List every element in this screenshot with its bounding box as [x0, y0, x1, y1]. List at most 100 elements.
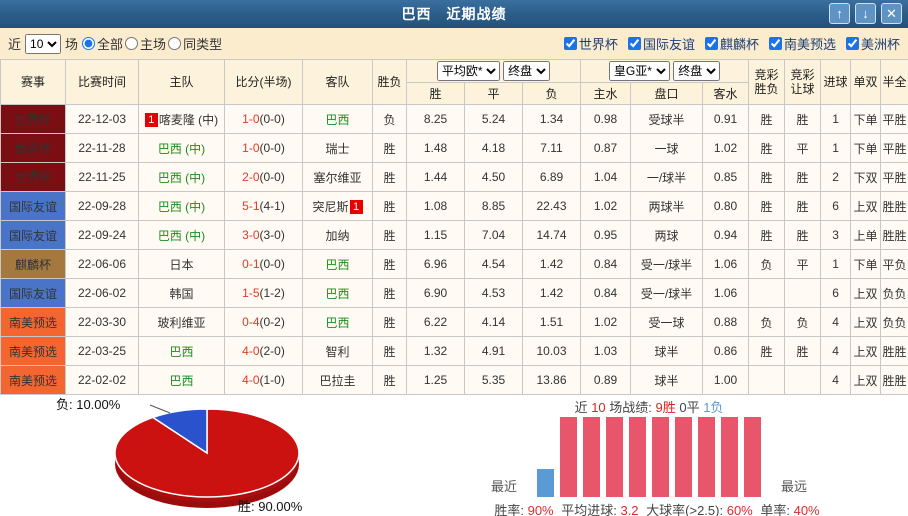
league-badge[interactable]: 国际友谊 [0, 220, 66, 250]
away-team[interactable]: 突尼斯 1 [302, 191, 373, 221]
home-team[interactable]: 1 喀麦隆 (中) [138, 104, 225, 134]
match-score[interactable]: 4-0(2-0) [224, 336, 303, 366]
scroll-down-button[interactable]: ↓ [855, 3, 876, 24]
home-water-cell: 1.02 [580, 191, 632, 221]
match-score[interactable]: 1-0(0-0) [224, 133, 303, 163]
league-checkbox-input[interactable] [704, 37, 718, 50]
jc-result-cell [748, 278, 786, 308]
stat-value: 90% [527, 503, 554, 516]
league-badge[interactable]: 国际友谊 [0, 278, 66, 308]
farthest-label: 最远 [781, 479, 808, 494]
home-team[interactable]: 玻利维亚 [138, 307, 225, 337]
close-button[interactable]: ✕ [881, 3, 902, 24]
home-team[interactable]: 巴西 (中) [138, 133, 225, 163]
league-filter-checkbox[interactable]: 南美预选 [768, 34, 836, 53]
scope-radio-group: 全部 主场 同类型 [82, 34, 224, 53]
match-score[interactable]: 0-4(0-2) [224, 307, 303, 337]
stat-label: 单率: [756, 503, 794, 516]
scope-radio[interactable]: 全部 [82, 34, 123, 53]
result-bar [606, 417, 623, 497]
home-team[interactable]: 巴西 [138, 365, 225, 395]
league-badge[interactable]: 世界杯 [0, 104, 66, 134]
league-filter-checkbox[interactable]: 世界杯 [563, 34, 618, 53]
league-checkbox-input[interactable] [845, 37, 859, 50]
stat-label: 大球率(>2.5): [642, 503, 727, 516]
match-date: 22-11-25 [65, 162, 139, 192]
scope-radio[interactable]: 主场 [125, 34, 166, 53]
away-team[interactable]: 巴拉圭 [302, 365, 373, 395]
match-row: 南美预选 22-03-30 玻利维亚 0-4(0-2) 巴西 胜 6.22 4.… [0, 307, 908, 337]
league-checkbox-input[interactable] [563, 37, 577, 50]
away-team[interactable]: 瑞士 [302, 133, 373, 163]
league-badge[interactable]: 麒麟杯 [0, 249, 66, 279]
scope-radio[interactable]: 同类型 [168, 34, 222, 53]
header-away: 客队 [302, 59, 373, 105]
asian-stage-select[interactable]: 终盘 [673, 61, 721, 81]
recent-suffix-label: 场 [65, 37, 79, 52]
match-score[interactable]: 0-1(0-0) [224, 249, 303, 279]
stat-item: 单率: 40% [756, 503, 819, 516]
half-full-cell: 胜胜 [880, 191, 908, 221]
away-team[interactable]: 智利 [302, 336, 373, 366]
asian-source-select[interactable]: 皇G亚* [608, 61, 670, 81]
match-score[interactable]: 1-0(0-0) [224, 104, 303, 134]
scroll-up-button[interactable]: ↑ [829, 3, 850, 24]
scope-radio-input[interactable] [168, 37, 182, 50]
header-odds-selects: 平均欧* 终盘 [405, 59, 582, 83]
match-score[interactable]: 3-0(3-0) [224, 220, 303, 250]
pie-callout-line [149, 404, 171, 414]
handicap-line-cell: 球半 [630, 336, 704, 366]
league-filter-checkbox[interactable]: 美洲杯 [845, 34, 900, 53]
odds-stage-select[interactable]: 终盘 [503, 61, 551, 81]
away-team[interactable]: 巴西 [302, 307, 373, 337]
league-badge[interactable]: 世界杯 [0, 133, 66, 163]
league-badge[interactable]: 世界杯 [0, 162, 66, 192]
league-badge[interactable]: 南美预选 [0, 307, 66, 337]
away-team[interactable]: 巴西 [302, 278, 373, 308]
league-badge[interactable]: 国际友谊 [0, 191, 66, 221]
match-score[interactable]: 2-0(0-0) [224, 162, 303, 192]
league-checkbox-input[interactable] [627, 37, 641, 50]
home-team[interactable]: 巴西 (中) [138, 162, 225, 192]
away-team[interactable]: 巴西 [302, 104, 373, 134]
home-team[interactable]: 巴西 [138, 336, 225, 366]
match-row: 世界杯 22-11-25 巴西 (中) 2-0(0-0) 塞尔维亚 胜 1.44… [0, 162, 908, 192]
away-team[interactable]: 加纳 [302, 220, 373, 250]
match-score[interactable]: 1-5(1-2) [224, 278, 303, 308]
scope-radio-input[interactable] [125, 37, 139, 50]
league-filter-checkbox[interactable]: 国际友谊 [627, 34, 695, 53]
odds-win-cell: 6.90 [406, 278, 465, 308]
odds-source-select[interactable]: 平均欧* [436, 61, 500, 81]
odds-win-cell: 1.32 [406, 336, 465, 366]
match-count-select[interactable]: 10 [25, 33, 62, 54]
league-checkbox-label: 麒麟杯 [719, 37, 759, 52]
away-water-cell: 0.86 [702, 336, 750, 366]
match-score[interactable]: 5-1(4-1) [224, 191, 303, 221]
away-team[interactable]: 塞尔维亚 [302, 162, 373, 192]
home-team[interactable]: 巴西 (中) [138, 220, 225, 250]
league-filter-checkbox[interactable]: 麒麟杯 [704, 34, 759, 53]
goals-cell: 4 [820, 365, 852, 395]
match-date: 22-02-02 [65, 365, 139, 395]
match-date: 22-09-28 [65, 191, 139, 221]
scope-radio-label: 主场 [140, 37, 167, 52]
match-date: 22-06-06 [65, 249, 139, 279]
goals-cell: 1 [820, 249, 852, 279]
result-bar [583, 417, 600, 497]
home-water-cell: 1.02 [580, 307, 632, 337]
scope-radio-input[interactable] [82, 37, 96, 50]
header-jc-result: 竞彩胜负 [748, 59, 786, 105]
league-checkbox-input[interactable] [768, 37, 782, 50]
result-bar [721, 417, 738, 497]
league-badge[interactable]: 南美预选 [0, 336, 66, 366]
match-score[interactable]: 4-0(1-0) [224, 365, 303, 395]
home-team[interactable]: 巴西 (中) [138, 191, 225, 221]
league-badge[interactable]: 南美预选 [0, 365, 66, 395]
home-team[interactable]: 韩国 [138, 278, 225, 308]
home-team[interactable]: 日本 [138, 249, 225, 279]
result-cell: 胜 [372, 220, 407, 250]
match-date: 22-11-28 [65, 133, 139, 163]
odds-draw-cell: 8.85 [464, 191, 523, 221]
away-team[interactable]: 巴西 [302, 249, 373, 279]
odds-lose-cell: 14.74 [521, 220, 582, 250]
